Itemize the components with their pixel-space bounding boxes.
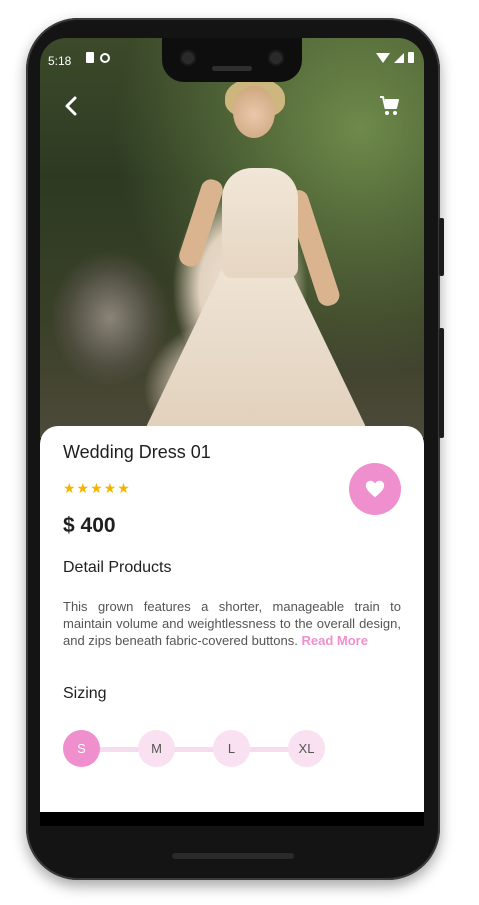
wifi-icon	[376, 52, 390, 63]
product-title: Wedding Dress 01	[63, 442, 211, 462]
sd-card-icon	[86, 52, 94, 63]
product-details-sheet: Wedding Dress 01 ★★★★★ $ 400 Detail Prod…	[40, 426, 424, 826]
product-description: This grown features a shorter, manageabl…	[63, 598, 401, 649]
size-option-s[interactable]: S	[63, 730, 100, 767]
chevron-left-icon	[65, 96, 77, 116]
front-camera	[180, 50, 196, 66]
power-button	[439, 218, 444, 276]
size-option-l[interactable]: L	[213, 730, 250, 767]
back-button[interactable]	[60, 94, 84, 118]
earpiece	[212, 66, 252, 71]
product-image	[40, 38, 424, 448]
size-track	[81, 747, 307, 752]
bottom-speaker	[172, 853, 294, 859]
status-time: 5:18	[48, 54, 72, 68]
cart-icon	[380, 96, 399, 115]
front-sensor	[268, 50, 284, 66]
volume-button	[439, 328, 444, 438]
size-option-xl[interactable]: XL	[288, 730, 325, 767]
cart-button[interactable]	[378, 94, 402, 118]
rating-stars: ★★★★★	[63, 480, 131, 496]
app-screen: 5:18 Wedding Dress 01 ★★★★★ $ 400 Detail…	[40, 38, 424, 826]
detail-heading: Detail Products	[63, 559, 172, 576]
battery-icon	[408, 52, 414, 63]
read-more-link[interactable]: Read More	[302, 633, 368, 648]
sync-icon	[100, 52, 110, 63]
heart-icon	[365, 480, 385, 498]
favorite-button[interactable]	[349, 463, 401, 515]
size-option-m[interactable]: M	[138, 730, 175, 767]
sizing-heading: Sizing	[63, 685, 107, 702]
camera-notch	[162, 38, 302, 82]
signal-icon	[394, 52, 404, 63]
screen-bottom-edge	[40, 812, 424, 826]
size-selector: S M L XL	[63, 730, 325, 768]
product-price: $ 400	[63, 514, 116, 537]
